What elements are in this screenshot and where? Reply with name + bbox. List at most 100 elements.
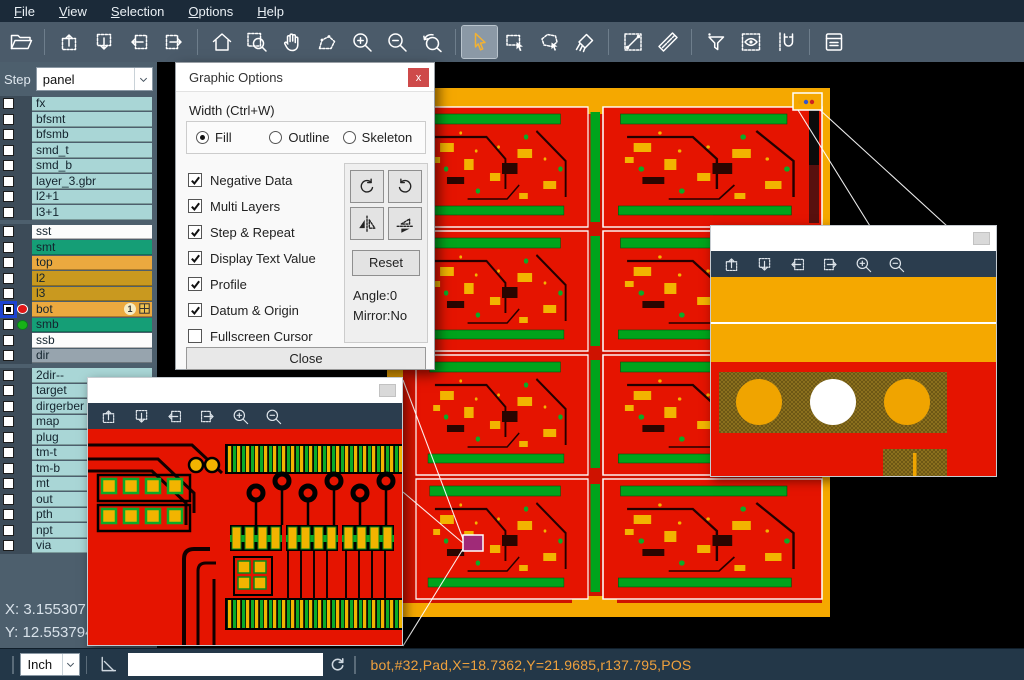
- layer-name-chip[interactable]: smt: [32, 240, 152, 255]
- layer-name-chip[interactable]: smd_t: [32, 143, 152, 158]
- ruler-button[interactable]: [650, 26, 685, 58]
- zoom-in-button[interactable]: [850, 253, 876, 275]
- menu-options[interactable]: Options: [176, 3, 245, 20]
- layer-row-smd_b[interactable]: smd_b: [0, 158, 157, 174]
- layer-name-chip[interactable]: bfsmb: [32, 128, 152, 143]
- menu-view[interactable]: View: [47, 3, 99, 20]
- home-button[interactable]: [204, 26, 239, 58]
- layer-visibility-checkbox[interactable]: [3, 273, 14, 284]
- checkbox-fullscreen-cursor[interactable]: Fullscreen Cursor: [188, 323, 338, 349]
- pan-down-button[interactable]: [128, 405, 154, 427]
- snap-magnet-button[interactable]: [768, 26, 803, 58]
- popup-zoom-view[interactable]: [711, 277, 996, 476]
- checkbox-datum-origin[interactable]: Datum & Origin: [188, 297, 338, 323]
- step-dropdown[interactable]: panel: [36, 67, 153, 91]
- layer-visibility-checkbox[interactable]: [3, 176, 14, 187]
- layer-visibility-checkbox[interactable]: [3, 257, 14, 268]
- layer-visibility-checkbox[interactable]: [3, 494, 14, 505]
- zoom-window-button[interactable]: [239, 26, 274, 58]
- layer-name-chip[interactable]: l2: [32, 271, 152, 286]
- pan-hand-button[interactable]: [274, 26, 309, 58]
- layer-name-chip[interactable]: l3+1: [32, 205, 152, 220]
- checkbox-display-text-value[interactable]: Display Text Value: [188, 245, 338, 271]
- layer-visibility-checkbox[interactable]: [3, 288, 14, 299]
- layer-visibility-checkbox[interactable]: [3, 385, 14, 396]
- layer-visibility-checkbox[interactable]: [3, 478, 14, 489]
- layer-row-fx[interactable]: fx: [0, 96, 157, 112]
- layer-name-chip[interactable]: bfsmt: [32, 112, 152, 127]
- menu-help[interactable]: Help: [245, 3, 296, 20]
- pan-up-button[interactable]: [51, 26, 86, 58]
- pan-left-button[interactable]: [161, 405, 187, 427]
- layer-name-chip[interactable]: dir: [32, 349, 152, 364]
- layer-row-bot[interactable]: bot1: [0, 302, 157, 318]
- layers-panel-button[interactable]: [816, 26, 851, 58]
- mirror-horizontal-button[interactable]: [350, 207, 384, 240]
- rotate-cw-button[interactable]: [350, 170, 384, 203]
- pan-down-button[interactable]: [751, 253, 777, 275]
- mirror-vertical-button[interactable]: [388, 207, 422, 240]
- layer-visibility-checkbox[interactable]: [3, 432, 14, 443]
- layer-visibility-checkbox[interactable]: [3, 370, 14, 381]
- layer-row-smb[interactable]: smb: [0, 317, 157, 333]
- rotate-ccw-button[interactable]: [388, 170, 422, 203]
- select-polygon-button[interactable]: [532, 26, 567, 58]
- layer-row-dir[interactable]: dir: [0, 348, 157, 364]
- layer-name-chip[interactable]: ssb: [32, 333, 152, 348]
- menu-file[interactable]: File: [2, 3, 47, 20]
- pan-right-button[interactable]: [817, 253, 843, 275]
- popup-zoom-view[interactable]: [88, 429, 402, 645]
- pan-down-button[interactable]: [86, 26, 121, 58]
- layer-row-bfsmb[interactable]: bfsmb: [0, 127, 157, 143]
- popup-window-button[interactable]: [973, 232, 990, 245]
- popup-window-button[interactable]: [379, 384, 396, 397]
- popup-title-bar[interactable]: [88, 378, 402, 403]
- layer-visibility-checkbox[interactable]: [3, 242, 14, 253]
- menu-selection[interactable]: Selection: [99, 3, 176, 20]
- layer-name-chip[interactable]: top: [32, 256, 152, 271]
- layer-visibility-checkbox[interactable]: [3, 447, 14, 458]
- close-button[interactable]: Close: [186, 347, 426, 370]
- dialog-close-button[interactable]: x: [408, 68, 429, 87]
- layer-visibility-checkbox[interactable]: [3, 463, 14, 474]
- layer-visibility-checkbox[interactable]: [3, 304, 14, 315]
- radio-outline[interactable]: Outline: [269, 130, 342, 145]
- layer-visibility-checkbox[interactable]: [3, 160, 14, 171]
- layer-name-chip[interactable]: sst: [32, 225, 152, 240]
- layer-row-l3+1[interactable]: l3+1: [0, 205, 157, 221]
- layer-visibility-checkbox[interactable]: [3, 319, 14, 330]
- layer-visibility-checkbox[interactable]: [3, 114, 14, 125]
- layer-name-chip[interactable]: layer_3.gbr: [32, 174, 152, 189]
- pan-left-button[interactable]: [784, 253, 810, 275]
- layer-visibility-checkbox[interactable]: [3, 226, 14, 237]
- layer-visibility-checkbox[interactable]: [3, 416, 14, 427]
- pan-up-button[interactable]: [718, 253, 744, 275]
- radio-skeleton[interactable]: Skeleton: [343, 130, 416, 145]
- layer-row-smd_t[interactable]: smd_t: [0, 143, 157, 159]
- filter-button[interactable]: [698, 26, 733, 58]
- layer-row-ssb[interactable]: ssb: [0, 333, 157, 349]
- layer-visibility-checkbox[interactable]: [3, 98, 14, 109]
- zoom-in-button[interactable]: [344, 26, 379, 58]
- checkbox-profile[interactable]: Profile: [188, 271, 338, 297]
- refresh-icon[interactable]: [327, 654, 348, 675]
- layer-row-layer_3.gbr[interactable]: layer_3.gbr: [0, 174, 157, 190]
- popup-title-bar[interactable]: [711, 226, 996, 251]
- angle-measure-icon[interactable]: [97, 654, 118, 675]
- zoom-out-button[interactable]: [883, 253, 909, 275]
- pan-left-button[interactable]: [121, 26, 156, 58]
- unit-dropdown[interactable]: Inch: [20, 653, 80, 676]
- layer-row-smt[interactable]: smt: [0, 240, 157, 256]
- zoom-in-button[interactable]: [227, 405, 253, 427]
- layer-visibility-checkbox[interactable]: [3, 401, 14, 412]
- layer-name-chip[interactable]: smb: [32, 318, 152, 333]
- pan-right-button[interactable]: [194, 405, 220, 427]
- checkbox-multi-layers[interactable]: Multi Layers: [188, 193, 338, 219]
- layer-row-sst[interactable]: sst: [0, 224, 157, 240]
- layer-name-chip[interactable]: l2+1: [32, 190, 152, 205]
- layer-visibility-checkbox[interactable]: [3, 540, 14, 551]
- layer-visibility-checkbox[interactable]: [3, 129, 14, 140]
- zoom-out-button[interactable]: [379, 26, 414, 58]
- layer-visibility-checkbox[interactable]: [3, 525, 14, 536]
- checkbox-step-repeat[interactable]: Step & Repeat: [188, 219, 338, 245]
